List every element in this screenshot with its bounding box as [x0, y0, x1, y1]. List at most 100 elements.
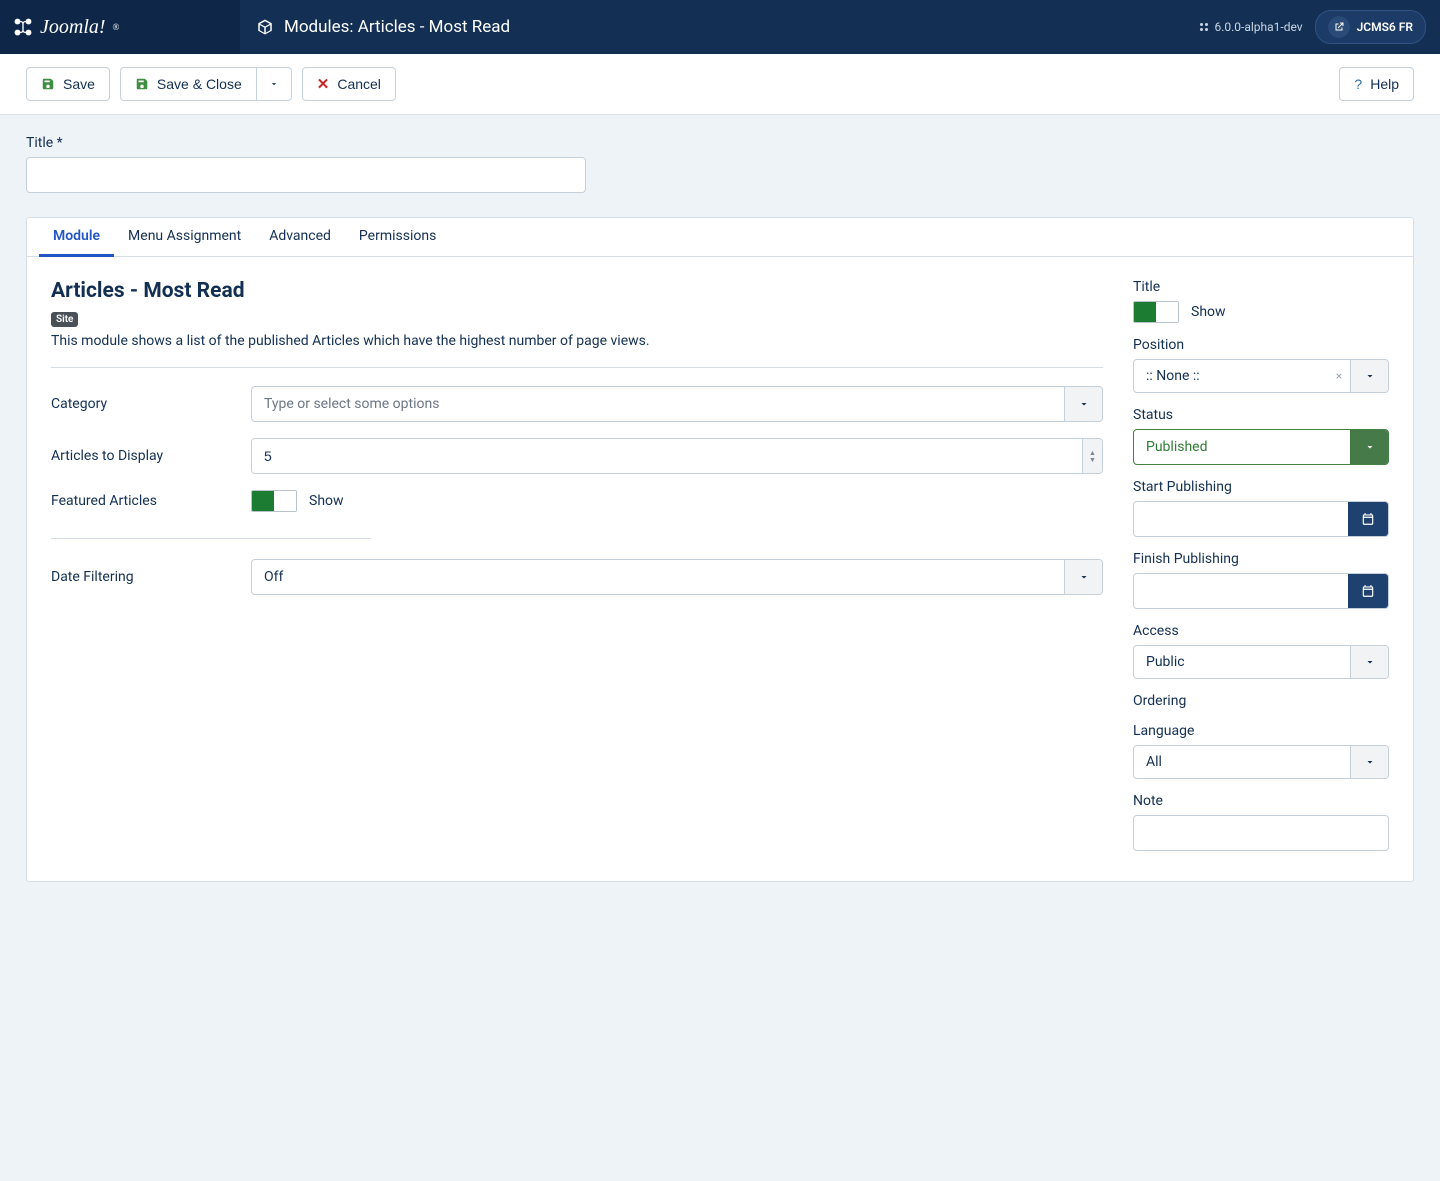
- page-title: Modules: Articles - Most Read: [284, 17, 510, 37]
- tab-permissions[interactable]: Permissions: [345, 218, 450, 256]
- calendar-icon: [1361, 512, 1375, 526]
- cancel-label: Cancel: [337, 76, 381, 92]
- chevron-down-icon: [1364, 370, 1376, 382]
- save-close-dropdown[interactable]: [256, 67, 292, 101]
- date-filter-row: Date Filtering Off: [51, 559, 1103, 595]
- chevron-down-icon: [1364, 756, 1376, 768]
- side-title-label: Title: [1133, 279, 1389, 295]
- registered-mark: ®: [113, 22, 120, 32]
- chevron-down-icon: [1078, 398, 1090, 410]
- divider: [51, 367, 1103, 368]
- finish-publishing-label: Finish Publishing: [1133, 551, 1389, 567]
- language-select[interactable]: All: [1133, 745, 1389, 779]
- title-toggle[interactable]: [1133, 301, 1179, 323]
- save-icon: [135, 77, 149, 91]
- save-close-label: Save & Close: [157, 76, 242, 92]
- position-select[interactable]: :: None :: ×: [1133, 359, 1389, 393]
- articles-number-field[interactable]: [252, 439, 1082, 473]
- category-placeholder: Type or select some options: [252, 387, 1064, 421]
- featured-toggle[interactable]: [251, 490, 297, 512]
- chevron-down-icon: [1364, 656, 1376, 668]
- status-select[interactable]: Published: [1133, 429, 1389, 465]
- position-clear[interactable]: ×: [1328, 360, 1350, 392]
- start-publishing-input[interactable]: [1133, 501, 1389, 537]
- status-value: Published: [1134, 430, 1350, 464]
- help-button[interactable]: ? Help: [1339, 67, 1414, 101]
- brand-text: Joomla!: [40, 16, 106, 39]
- position-label: Position: [1133, 337, 1389, 353]
- tab-menu-assignment[interactable]: Menu Assignment: [114, 218, 255, 256]
- external-link-icon: [1333, 21, 1345, 33]
- action-toolbar: Save Save & Close ✕ Cancel ? Help: [0, 54, 1440, 115]
- module-description: This module shows a list of the publishe…: [51, 333, 1103, 349]
- site-name: JCMS6 FR: [1357, 20, 1413, 34]
- title-input[interactable]: [26, 157, 586, 193]
- finish-publishing-input[interactable]: [1133, 573, 1389, 609]
- category-caret: [1064, 387, 1102, 421]
- brand-area[interactable]: Joomla! ®: [0, 0, 240, 54]
- tab-module[interactable]: Module: [39, 218, 114, 257]
- help-icon: ?: [1354, 76, 1362, 92]
- version-text: 6.0.0-alpha1-dev: [1214, 20, 1302, 34]
- featured-toggle-text: Show: [309, 493, 344, 509]
- date-filter-select[interactable]: Off: [251, 559, 1103, 595]
- module-card: Module Menu Assignment Advanced Permissi…: [26, 217, 1414, 882]
- save-close-group: Save & Close: [120, 67, 292, 101]
- calendar-icon: [1361, 584, 1375, 598]
- site-badge: Site: [51, 312, 78, 327]
- number-spinner[interactable]: ▲▼: [1082, 439, 1102, 473]
- status-caret: [1350, 430, 1388, 464]
- language-label: Language: [1133, 723, 1389, 739]
- version-indicator[interactable]: 6.0.0-alpha1-dev: [1198, 20, 1302, 34]
- date-filter-label: Date Filtering: [51, 569, 251, 585]
- finish-publishing-calendar-button[interactable]: [1348, 574, 1388, 608]
- start-publishing-field[interactable]: [1134, 502, 1348, 536]
- note-input[interactable]: [1133, 815, 1389, 851]
- start-publishing-label: Start Publishing: [1133, 479, 1389, 495]
- access-label: Access: [1133, 623, 1389, 639]
- date-filter-caret: [1064, 560, 1102, 594]
- position-caret: [1350, 360, 1388, 392]
- title-label: Title *: [26, 135, 1414, 151]
- joomla-small-icon: [1198, 21, 1210, 33]
- tabs: Module Menu Assignment Advanced Permissi…: [27, 218, 1413, 257]
- save-close-button[interactable]: Save & Close: [120, 67, 256, 101]
- finish-publishing-field[interactable]: [1134, 574, 1348, 608]
- box-icon: [256, 18, 274, 36]
- help-label: Help: [1370, 76, 1399, 92]
- save-icon: [41, 77, 55, 91]
- access-select[interactable]: Public: [1133, 645, 1389, 679]
- card-body: Articles - Most Read Site This module sh…: [27, 257, 1413, 881]
- language-caret: [1350, 746, 1388, 778]
- language-value: All: [1134, 746, 1350, 778]
- featured-label: Featured Articles: [51, 493, 251, 509]
- articles-label: Articles to Display: [51, 448, 251, 464]
- main-column: Articles - Most Read Site This module sh…: [51, 279, 1103, 851]
- chevron-down-icon: [1364, 441, 1376, 453]
- articles-row: Articles to Display ▲▼: [51, 438, 1103, 474]
- featured-row: Featured Articles Show: [51, 490, 1103, 512]
- joomla-icon: [12, 16, 34, 38]
- category-label: Category: [51, 396, 251, 412]
- category-select[interactable]: Type or select some options: [251, 386, 1103, 422]
- site-link[interactable]: JCMS6 FR: [1315, 10, 1426, 44]
- cancel-button[interactable]: ✕ Cancel: [302, 67, 396, 101]
- topbar-right: 6.0.0-alpha1-dev JCMS6 FR: [1198, 10, 1440, 44]
- articles-display-input[interactable]: ▲▼: [251, 438, 1103, 474]
- ordering-label: Ordering: [1133, 693, 1389, 709]
- joomla-logo: Joomla! ®: [12, 16, 119, 39]
- close-icon: ✕: [317, 75, 330, 93]
- start-publishing-calendar-button[interactable]: [1348, 502, 1388, 536]
- note-label: Note: [1133, 793, 1389, 809]
- save-button[interactable]: Save: [26, 67, 110, 101]
- short-divider: [51, 538, 371, 539]
- tab-advanced[interactable]: Advanced: [255, 218, 345, 256]
- save-label: Save: [63, 76, 95, 92]
- module-heading: Articles - Most Read: [51, 279, 1103, 303]
- side-column: Title Show Position :: None :: × Status …: [1133, 279, 1389, 851]
- access-value: Public: [1134, 646, 1350, 678]
- chevron-down-icon: [1078, 571, 1090, 583]
- top-bar: Joomla! ® Modules: Articles - Most Read 6…: [0, 0, 1440, 54]
- category-row: Category Type or select some options: [51, 386, 1103, 422]
- status-label: Status: [1133, 407, 1389, 423]
